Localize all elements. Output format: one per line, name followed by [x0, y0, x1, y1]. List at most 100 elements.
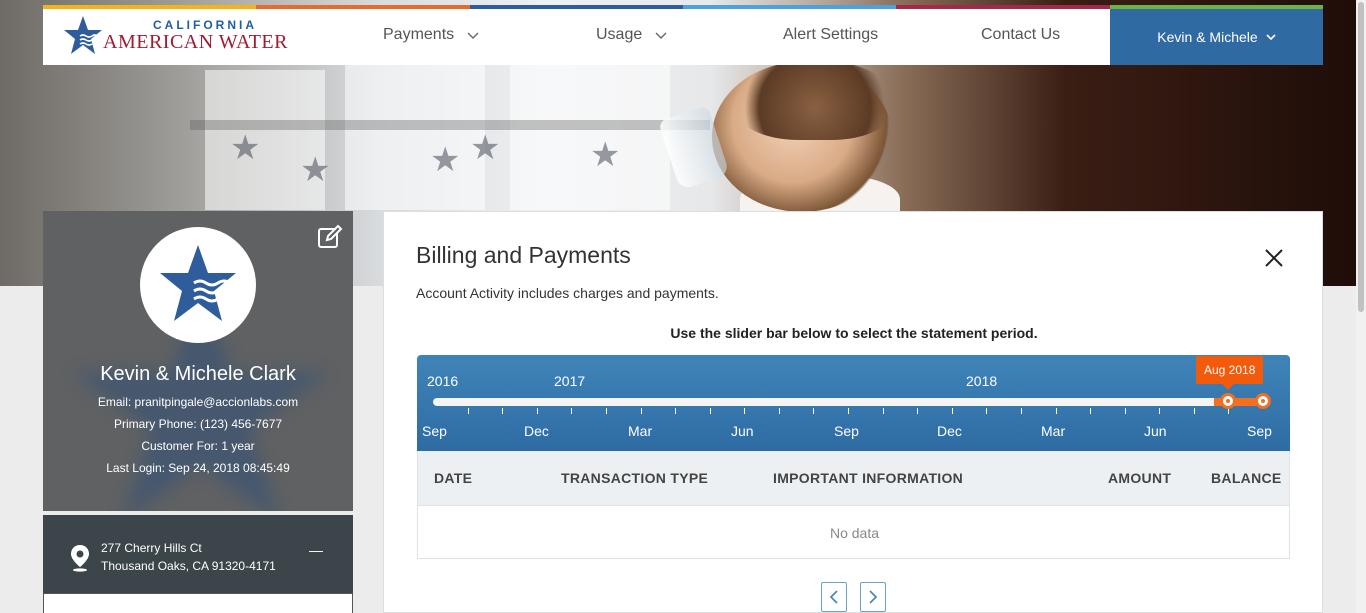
previous-page-button[interactable]	[821, 582, 847, 612]
slider-year-label: 2018	[966, 373, 998, 389]
hero-railing	[190, 120, 710, 130]
column-date[interactable]: DATE	[434, 470, 472, 486]
address-line-1: 277 Cherry Hills Ct	[101, 541, 202, 555]
logo-american-water-text: AMERICAN WATER	[103, 31, 288, 53]
chevron-right-icon	[869, 590, 878, 604]
column-amount[interactable]: AMOUNT	[1108, 470, 1171, 486]
profile-last-login: Last Login: Sep 24, 2018 08:45:49	[106, 461, 290, 475]
slider-start-handle[interactable]	[1220, 393, 1236, 409]
star-decoration-icon: ★	[430, 141, 461, 179]
slider-tick	[675, 408, 677, 414]
address-line-2: Thousand Oaks, CA 91320-4171	[101, 559, 276, 573]
star-logo-icon	[160, 245, 236, 321]
chevron-left-icon	[829, 590, 838, 604]
billing-panel: Billing and Payments Account Activity in…	[383, 211, 1323, 613]
slider-tick	[744, 408, 746, 414]
slider-tick	[1090, 408, 1092, 414]
profile-card: ★ Kevin & Michele Clark Email: pranitpin…	[43, 211, 353, 511]
slider-month-label: Dec	[937, 423, 962, 439]
transactions-table-header: DATE TRANSACTION TYPE IMPORTANT INFORMAT…	[417, 451, 1290, 505]
profile-email: Email: pranitpingale@accionlabs.com	[97, 395, 299, 409]
profile-phone: Primary Phone: (123) 456-7677	[113, 417, 283, 431]
brand-stripe	[43, 5, 257, 9]
logo-california-text: CALIFORNIA	[153, 18, 257, 32]
slider-tick	[1055, 408, 1057, 414]
star-logo-icon	[64, 16, 102, 54]
slider-tick	[882, 408, 884, 414]
avatar	[140, 227, 256, 343]
nav-usage[interactable]: Usage	[596, 5, 668, 65]
empty-state-text: No data	[829, 525, 880, 541]
slider-tick	[848, 408, 849, 414]
slider-year-label: 2016	[427, 373, 459, 389]
user-menu-label: Kevin & Michele	[1157, 29, 1258, 45]
nav-payments-label: Payments	[383, 26, 455, 43]
chevron-down-icon	[467, 32, 479, 39]
star-decoration-icon: ★	[590, 136, 621, 174]
slider-tick	[467, 408, 469, 414]
slider-tick	[951, 408, 953, 414]
slider-month-label: Sep	[422, 423, 447, 439]
slider-end-handle[interactable]	[1255, 393, 1271, 409]
slider-month-label: Mar	[1041, 423, 1066, 439]
slider-tick	[1159, 408, 1161, 414]
nav-alert-settings[interactable]: Alert Settings	[783, 5, 878, 65]
slider-tick	[571, 408, 573, 414]
column-important-information[interactable]: IMPORTANT INFORMATION	[773, 470, 963, 486]
slider-month-label: Sep	[834, 423, 859, 439]
panel-title: Billing and Payments	[416, 242, 631, 268]
slider-tick	[1020, 408, 1022, 414]
slider-tick	[778, 408, 780, 414]
slider-tick	[709, 408, 711, 414]
slider-tick	[917, 408, 919, 414]
edit-icon[interactable]	[317, 224, 343, 250]
slider-instruction: Use the slider bar below to select the s…	[670, 325, 1038, 341]
nav-alert-settings-label: Alert Settings	[783, 26, 879, 43]
hero-window	[345, 60, 485, 210]
slider-month-label: Mar	[628, 423, 653, 439]
column-transaction-type[interactable]: TRANSACTION TYPE	[561, 470, 708, 486]
nav-contact-us[interactable]: Contact Us	[981, 5, 1060, 65]
nav-contact-us-label: Contact Us	[981, 26, 1061, 43]
nav-payments[interactable]: Payments	[383, 5, 480, 65]
service-address-card: 277 Cherry Hills Ct Thousand Oaks, CA 91…	[43, 515, 353, 593]
profile-customer-for: Customer For: 1 year	[141, 439, 255, 453]
hero-child-hair	[735, 60, 895, 140]
page-scrollbar[interactable]	[1356, 0, 1366, 613]
profile-name: Kevin & Michele Clark	[100, 363, 296, 385]
collapse-icon[interactable]: —	[309, 543, 323, 557]
column-balance[interactable]: BALANCE	[1211, 470, 1282, 486]
location-pin-icon	[71, 545, 89, 572]
slider-month-label: Dec	[524, 423, 549, 439]
star-decoration-icon: ★	[470, 129, 501, 167]
transactions-table-body: No data	[417, 505, 1290, 559]
next-card	[43, 593, 353, 613]
slider-track[interactable]	[433, 398, 1263, 406]
slider-year-label: 2017	[554, 373, 586, 389]
slider-month-label: Sep	[1247, 423, 1272, 439]
statement-period-slider: 2016 2017 2018 Aug 2018 Sep Dec Mar Jun …	[417, 355, 1290, 451]
scrollbar-thumb[interactable]	[1358, 2, 1364, 312]
slider-month-label: Jun	[731, 423, 754, 439]
slider-tick	[502, 408, 504, 414]
slider-tick	[536, 408, 538, 414]
chevron-down-icon	[655, 32, 667, 39]
top-navigation: CALIFORNIA AMERICAN WATER Payments Usage…	[43, 5, 1323, 65]
user-menu-button[interactable]: Kevin & Michele	[1110, 9, 1323, 65]
close-icon[interactable]	[1264, 248, 1284, 268]
slider-tick	[605, 408, 607, 414]
slider-tick	[1193, 408, 1195, 414]
company-logo[interactable]: CALIFORNIA AMERICAN WATER	[63, 15, 287, 57]
star-decoration-icon: ★	[300, 151, 331, 189]
slider-tick	[986, 408, 988, 414]
slider-tick	[813, 408, 815, 414]
next-page-button[interactable]	[860, 582, 886, 612]
selected-period-tooltip: Aug 2018	[1196, 356, 1264, 390]
slider-tick	[640, 408, 642, 414]
panel-subtitle: Account Activity includes charges and pa…	[416, 285, 719, 301]
chevron-down-icon	[1266, 34, 1276, 41]
slider-month-label: Jun	[1144, 423, 1167, 439]
nav-usage-label: Usage	[596, 26, 643, 43]
slider-tick	[1124, 408, 1126, 414]
star-decoration-icon: ★	[230, 129, 261, 167]
